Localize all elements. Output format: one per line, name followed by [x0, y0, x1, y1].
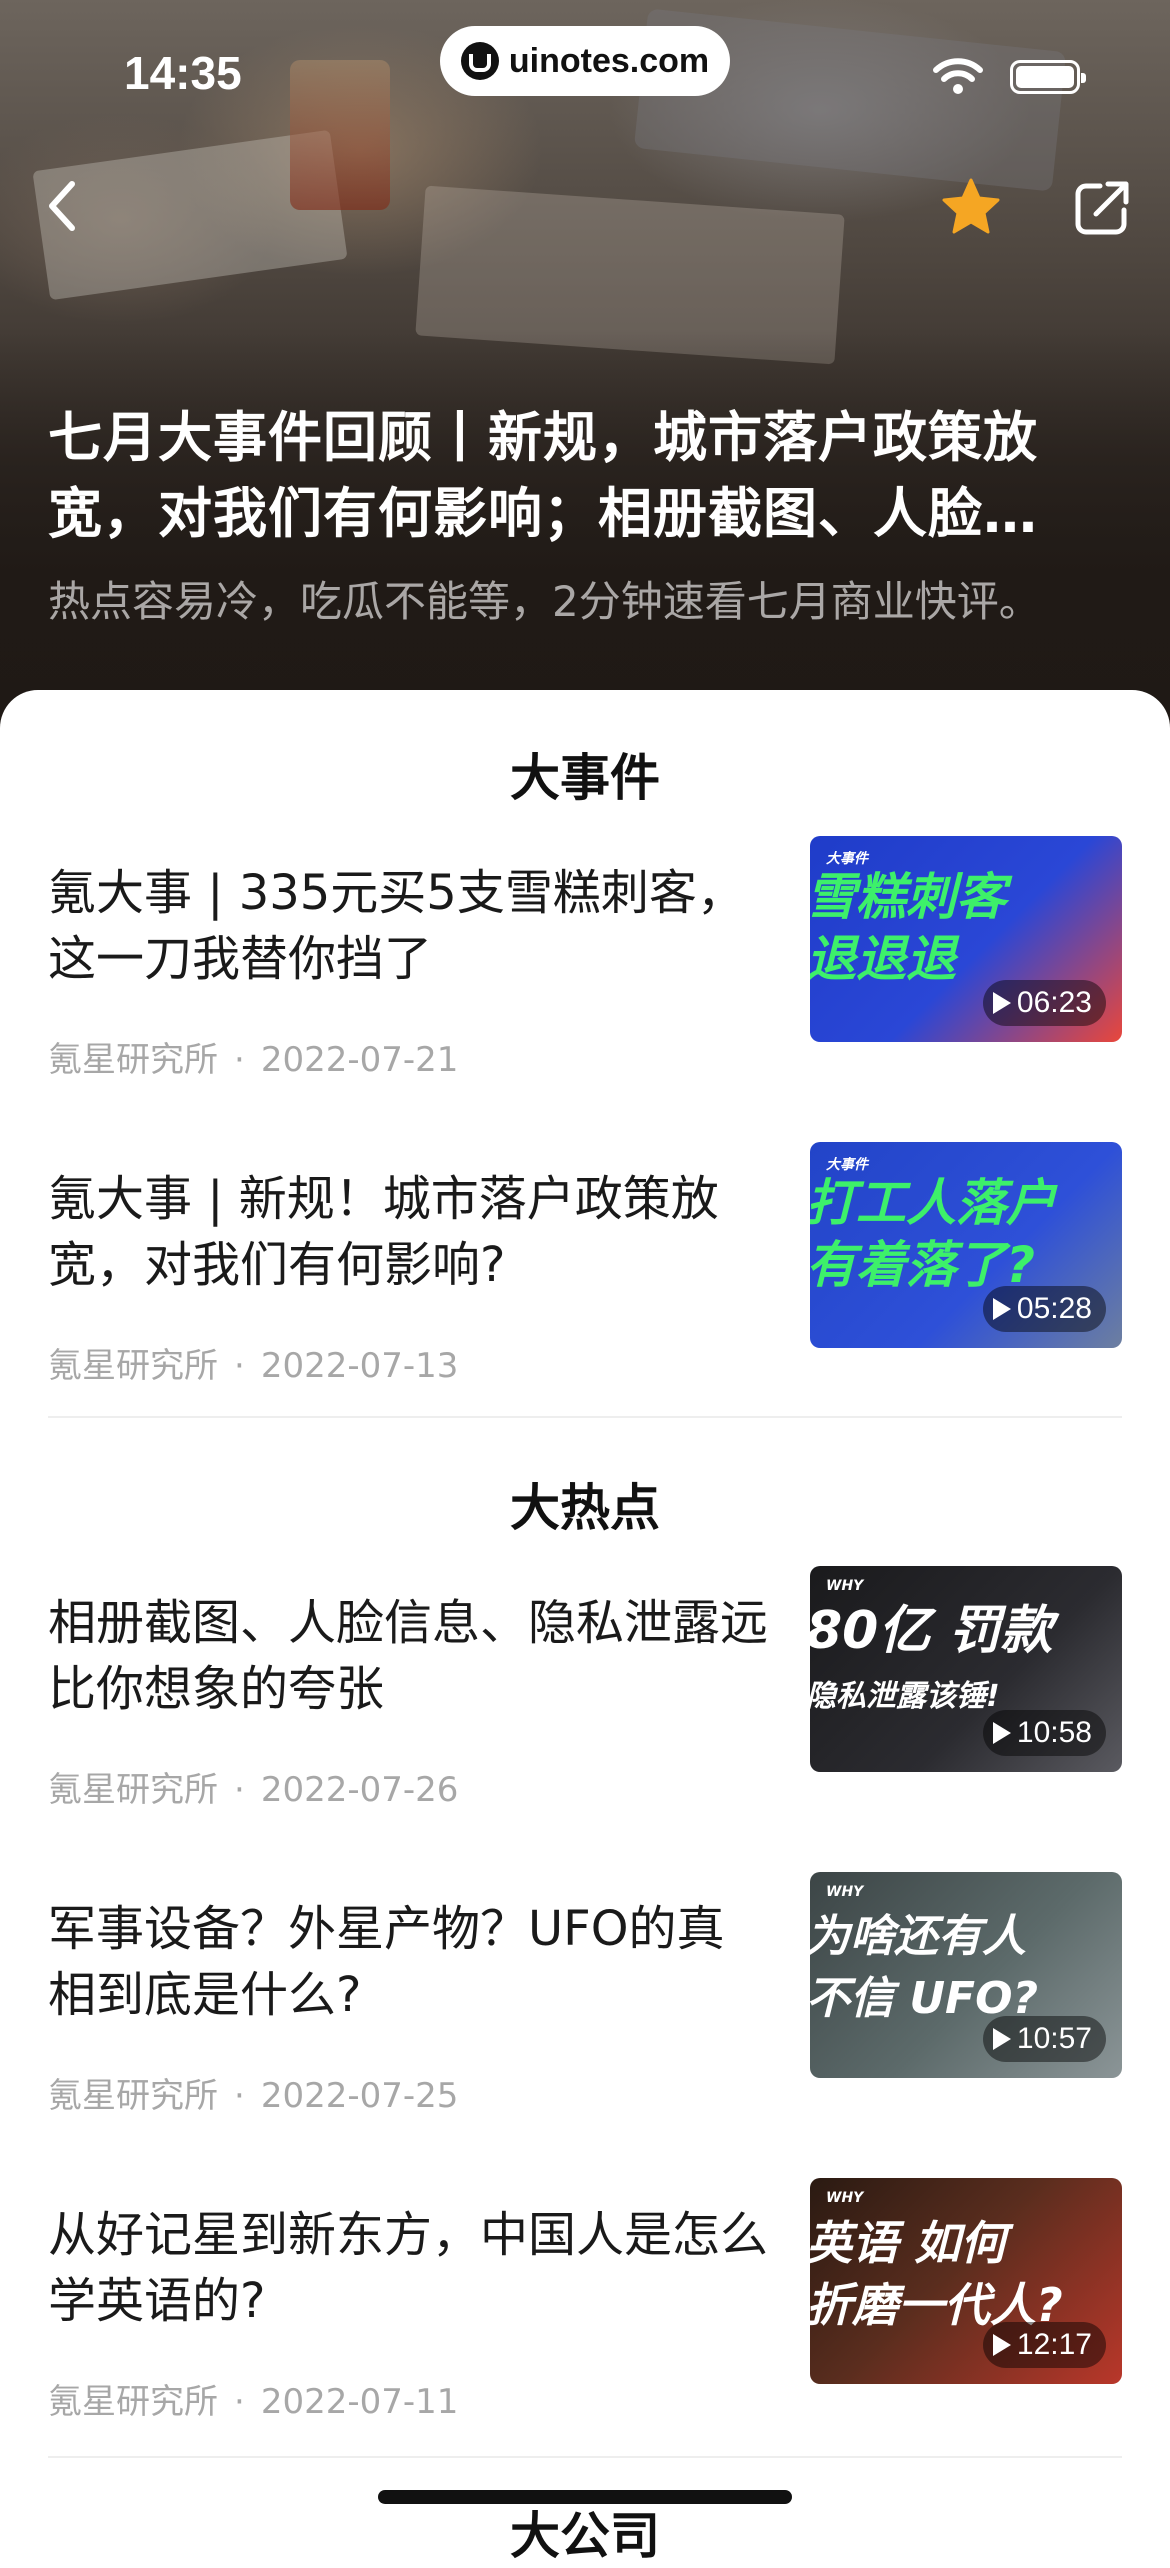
- item-meta: 氪星研究所 · 2022-07-26: [48, 1770, 459, 1810]
- video-thumbnail[interactable]: 大事件 雪糕刺客 退退退 06:23: [810, 836, 1122, 1042]
- item-title: 氪大事 | 335元买5支雪糕刺客，这一刀我替你挡了: [48, 865, 745, 987]
- video-duration: 06:23: [982, 980, 1106, 1026]
- battery-icon: [1010, 60, 1086, 94]
- video-duration: 12:17: [982, 2322, 1106, 2368]
- video-thumbnail[interactable]: WHY 80亿 罚款 隐私泄露该锤! 10:58: [810, 1566, 1122, 1772]
- item-author: 氪星研究所: [48, 2382, 218, 2422]
- section-title-companies: 大公司: [510, 2507, 660, 2565]
- thumb-tag: WHY: [826, 2190, 864, 2206]
- star-icon[interactable]: [940, 176, 1002, 238]
- home-indicator[interactable]: [378, 2490, 792, 2504]
- list-item[interactable]: 相册截图、人脸信息、隐私泄露远比你想象的夸张 氪星研究所 · 2022-07-26 …: [48, 1566, 1122, 1810]
- url-text: uinotes.com: [508, 41, 710, 80]
- url-pill[interactable]: uinotes.com: [440, 26, 730, 96]
- item-author: 氪星研究所: [48, 1346, 218, 1386]
- thumb-text: 隐私泄露该锤!: [810, 1679, 1000, 1714]
- item-date: 2022-07-13: [260, 1346, 459, 1386]
- wifi-icon: [933, 58, 983, 94]
- thumb-text: 为啥还有人: [810, 1911, 1026, 1962]
- play-icon: [992, 2028, 1011, 2050]
- play-icon: [992, 1722, 1011, 1744]
- item-date: 2022-07-25: [260, 2076, 459, 2116]
- thumb-text: 雪糕刺客: [810, 868, 1006, 926]
- thumb-text: 80亿 罚款: [810, 1601, 1053, 1661]
- hero-banner: 14:35 uinotes.com 七月大事件回顾丨新规，城市落户政策放宽，对我…: [0, 0, 1170, 740]
- video-thumbnail[interactable]: WHY 英语 如何 折磨一代人? 12:17: [810, 2178, 1122, 2384]
- item-meta: 氪星研究所 · 2022-07-11: [48, 2382, 459, 2422]
- play-icon: [992, 2334, 1011, 2356]
- page-title: 七月大事件回顾丨新规，城市落户政策放宽，对我们有何影响；相册截图、人脸…: [48, 406, 1038, 545]
- section-title-hot: 大热点: [510, 1479, 660, 1537]
- list-item[interactable]: 从好记星到新东方，中国人是怎么学英语的? 氪星研究所 · 2022-07-11 WH…: [48, 2178, 1122, 2422]
- back-icon[interactable]: [38, 176, 88, 236]
- thumb-text: 退退退: [810, 930, 956, 988]
- site-logo-icon: [460, 42, 499, 80]
- section-title-events: 大事件: [510, 749, 660, 807]
- content-sheet: 大事件 氪大事 | 335元买5支雪糕刺客，这一刀我替你挡了 氪星研究所 · 202…: [0, 690, 1170, 2565]
- video-duration: 10:58: [982, 1710, 1106, 1756]
- item-date: 2022-07-26: [260, 1770, 459, 1810]
- item-date: 2022-07-21: [260, 1040, 459, 1080]
- item-title: 氪大事 | 新规！城市落户政策放宽，对我们有何影响?: [48, 1171, 719, 1293]
- share-icon[interactable]: [1072, 178, 1132, 238]
- video-thumbnail[interactable]: WHY 为啥还有人 不信 UFO? 10:57: [810, 1872, 1122, 2078]
- item-author: 氪星研究所: [48, 2076, 218, 2116]
- item-meta: 氪星研究所 · 2022-07-13: [48, 1346, 459, 1386]
- page-subtitle: 热点容易冷，吃瓜不能等，2分钟速看七月商业快评。: [48, 577, 1041, 626]
- item-title: 军事设备？外星产物？UFO的真相到底是什么?: [48, 1901, 725, 2023]
- play-icon: [992, 992, 1011, 1014]
- item-meta: 氪星研究所 · 2022-07-21: [48, 1040, 459, 1080]
- video-duration: 05:28: [982, 1286, 1106, 1332]
- item-title: 从好记星到新东方，中国人是怎么学英语的?: [48, 2207, 769, 2329]
- list-item[interactable]: 军事设备？外星产物？UFO的真相到底是什么? 氪星研究所 · 2022-07-25 …: [48, 1872, 1122, 2116]
- item-title: 相册截图、人脸信息、隐私泄露远比你想象的夸张: [48, 1595, 769, 1717]
- video-duration: 10:57: [982, 2016, 1106, 2062]
- item-author: 氪星研究所: [48, 1040, 218, 1080]
- item-meta: 氪星研究所 · 2022-07-25: [48, 2076, 459, 2116]
- divider: [48, 1416, 1122, 1418]
- thumb-tag: 大事件: [826, 851, 868, 867]
- hero-photo-glass: [290, 60, 390, 210]
- video-thumbnail[interactable]: 大事件 打工人落户 有着落了? 05:28: [810, 1142, 1122, 1348]
- divider: [48, 2456, 1122, 2458]
- thumb-tag: WHY: [826, 1578, 864, 1594]
- list-item[interactable]: 氪大事 | 新规！城市落户政策放宽，对我们有何影响? 氪星研究所 · 2022-07…: [48, 1142, 1122, 1386]
- play-icon: [992, 1298, 1011, 1320]
- thumb-tag: WHY: [826, 1884, 864, 1900]
- thumb-tag: 大事件: [826, 1157, 868, 1173]
- list-item[interactable]: 氪大事 | 335元买5支雪糕刺客，这一刀我替你挡了 氪星研究所 · 2022-07…: [48, 836, 1122, 1080]
- status-time: 14:35: [124, 47, 242, 99]
- thumb-text: 英语 如何: [810, 2216, 1007, 2270]
- item-author: 氪星研究所: [48, 1770, 218, 1810]
- item-date: 2022-07-11: [260, 2382, 459, 2422]
- thumb-text: 打工人落户: [810, 1174, 1056, 1232]
